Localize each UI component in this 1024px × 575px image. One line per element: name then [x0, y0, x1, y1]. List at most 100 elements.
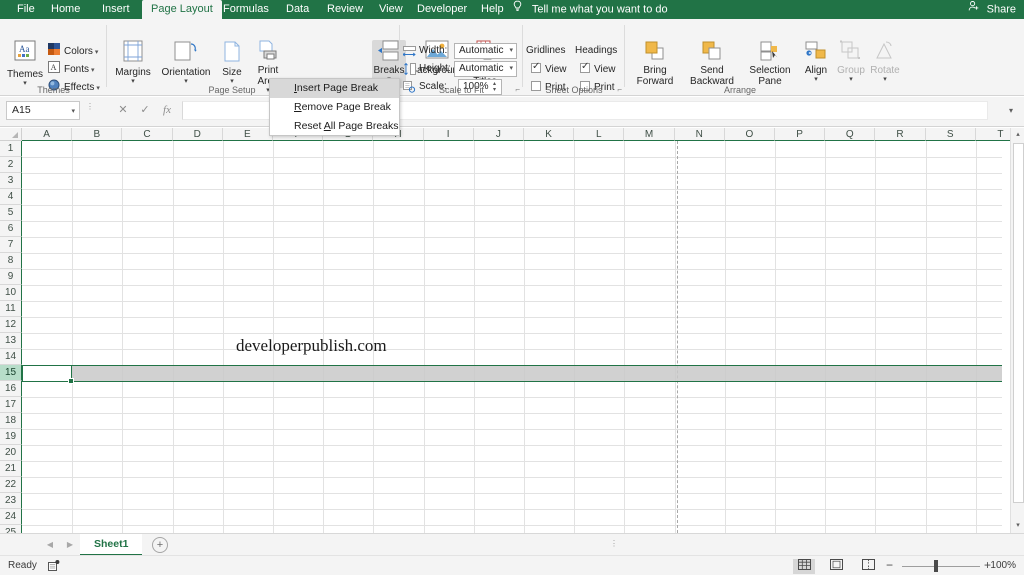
vertical-scrollbar[interactable]: ▴ ▾ [1010, 128, 1024, 533]
send-backward-button[interactable]: Send Backward [683, 40, 741, 88]
column-header-I[interactable]: I [423, 128, 474, 141]
row-header-7[interactable]: 7 [0, 237, 22, 253]
align-button[interactable]: Align ▾ [798, 40, 834, 88]
row-header-5[interactable]: 5 [0, 205, 22, 221]
column-header-K[interactable]: K [524, 128, 575, 141]
scale-to-fit-dialog-launcher[interactable]: ⌐ [515, 85, 520, 94]
column-header-D[interactable]: D [172, 128, 223, 141]
column-header-Q[interactable]: Q [825, 128, 876, 141]
fx-icon[interactable]: fx [156, 101, 178, 120]
column-header-B[interactable]: B [72, 128, 123, 141]
selection-pane-button[interactable]: Selection Pane [743, 40, 797, 88]
sheet-tab-sheet1[interactable]: Sheet1 [80, 534, 143, 556]
row-header-14[interactable]: 14 [0, 349, 22, 365]
tab-help[interactable]: Help [472, 0, 513, 19]
row-header-1[interactable]: 1 [0, 141, 22, 157]
row-header-4[interactable]: 4 [0, 189, 22, 205]
row-header-23[interactable]: 23 [0, 493, 22, 509]
margins-button[interactable]: Margins ▾ [110, 40, 156, 88]
zoom-level: 100% [990, 560, 1016, 571]
row-header-21[interactable]: 21 [0, 461, 22, 477]
tab-insert[interactable]: Insert [93, 0, 139, 19]
plus-icon[interactable]: + [152, 537, 168, 553]
breaks-icon [377, 40, 401, 65]
grid-hline [22, 429, 1002, 430]
row-header-2[interactable]: 2 [0, 157, 22, 173]
row-header-11[interactable]: 11 [0, 301, 22, 317]
tab-file[interactable]: File [8, 0, 44, 19]
row-header-19[interactable]: 19 [0, 429, 22, 445]
row-header-15[interactable]: 15 [0, 365, 22, 381]
row-header-20[interactable]: 20 [0, 445, 22, 461]
column-header-P[interactable]: P [775, 128, 826, 141]
row-header-6[interactable]: 6 [0, 221, 22, 237]
scroll-down-button[interactable]: ▾ [1011, 519, 1024, 533]
tab-formulas[interactable]: Formulas [214, 0, 278, 19]
row-header-9[interactable]: 9 [0, 269, 22, 285]
row-header-17[interactable]: 17 [0, 397, 22, 413]
row-header-13[interactable]: 13 [0, 333, 22, 349]
menu-item-reset-all-page-breaks[interactable]: Reset All Page Breaks [270, 117, 399, 136]
height-combo[interactable]: Automatic ▾ [454, 61, 517, 77]
record-macro-icon[interactable] [48, 560, 60, 574]
column-header-O[interactable]: O [724, 128, 775, 141]
scroll-up-button[interactable]: ▴ [1011, 128, 1024, 142]
row-header-12[interactable]: 12 [0, 317, 22, 333]
normal-view-button[interactable] [793, 559, 815, 574]
row-header-10[interactable]: 10 [0, 285, 22, 301]
orientation-button[interactable]: Orientation ▾ [158, 40, 214, 88]
share-button[interactable]: Share [968, 0, 1016, 19]
tab-developer[interactable]: Developer [408, 0, 476, 19]
zoom-slider-track[interactable] [902, 566, 980, 567]
chevron-right-icon[interactable]: ▶ [62, 538, 78, 552]
width-combo[interactable]: Automatic ▾ [454, 43, 517, 59]
active-cell-a15[interactable] [22, 365, 75, 384]
row-header-18[interactable]: 18 [0, 413, 22, 429]
tab-data[interactable]: Data [277, 0, 318, 19]
row-header-3[interactable]: 3 [0, 173, 22, 189]
bring-forward-button[interactable]: Bring Forward [629, 40, 681, 88]
row-header-22[interactable]: 22 [0, 477, 22, 493]
share-label: Share [986, 3, 1016, 16]
gridlines-view-checkbox[interactable]: View [531, 61, 567, 75]
row-header-16[interactable]: 16 [0, 381, 22, 397]
enter-check-icon[interactable]: ✓ [134, 101, 156, 120]
column-header-J[interactable]: J [473, 128, 524, 141]
tab-view[interactable]: View [370, 0, 412, 19]
column-header-E[interactable]: E [222, 128, 273, 141]
expand-formula-bar-button[interactable]: ▾ [1004, 101, 1018, 120]
page-layout-view-button[interactable] [825, 559, 847, 574]
column-header-N[interactable]: N [674, 128, 725, 141]
sheet-options-dialog-launcher[interactable]: ⌐ [617, 85, 622, 94]
select-all-button[interactable] [0, 128, 22, 141]
menu-item-remove-page-break[interactable]: Remove Page Break [270, 98, 399, 117]
themes-button[interactable]: Aa Themes ▾ [4, 40, 46, 88]
column-header-C[interactable]: C [122, 128, 173, 141]
page-break-preview-button[interactable] [857, 559, 879, 574]
row-header-8[interactable]: 8 [0, 253, 22, 269]
zoom-slider-thumb[interactable] [934, 560, 938, 572]
vertical-scroll-thumb[interactable] [1013, 143, 1024, 503]
grid-hline [22, 173, 1002, 174]
sheet-bar-grip[interactable]: ⋮ [610, 540, 618, 548]
tab-review[interactable]: Review [318, 0, 372, 19]
cancel-x-icon[interactable]: ✕ [112, 101, 134, 120]
column-header-M[interactable]: M [624, 128, 675, 141]
tab-home[interactable]: Home [42, 0, 89, 19]
tell-me-search[interactable]: Tell me what you want to do [512, 0, 668, 19]
cell-area[interactable]: developerpublish.com [22, 141, 1002, 533]
row-header-24[interactable]: 24 [0, 509, 22, 525]
theme-colors-button[interactable]: Colors ▾ [48, 43, 98, 60]
name-box[interactable]: A15 ▾ [6, 101, 80, 120]
tab-page-layout[interactable]: Page Layout [142, 0, 222, 19]
column-header-A[interactable]: A [22, 128, 73, 141]
menu-item-insert-page-break[interactable]: Insert Page Break [270, 79, 399, 98]
size-button[interactable]: Size ▾ [216, 40, 248, 88]
theme-fonts-button[interactable]: A Fonts ▾ [48, 61, 94, 78]
column-header-R[interactable]: R [875, 128, 926, 141]
chevron-left-icon[interactable]: ◀ [42, 538, 58, 552]
headings-view-checkbox[interactable]: View [580, 61, 616, 75]
minus-icon[interactable]: − [886, 559, 893, 571]
column-header-L[interactable]: L [574, 128, 625, 141]
column-header-S[interactable]: S [925, 128, 976, 141]
